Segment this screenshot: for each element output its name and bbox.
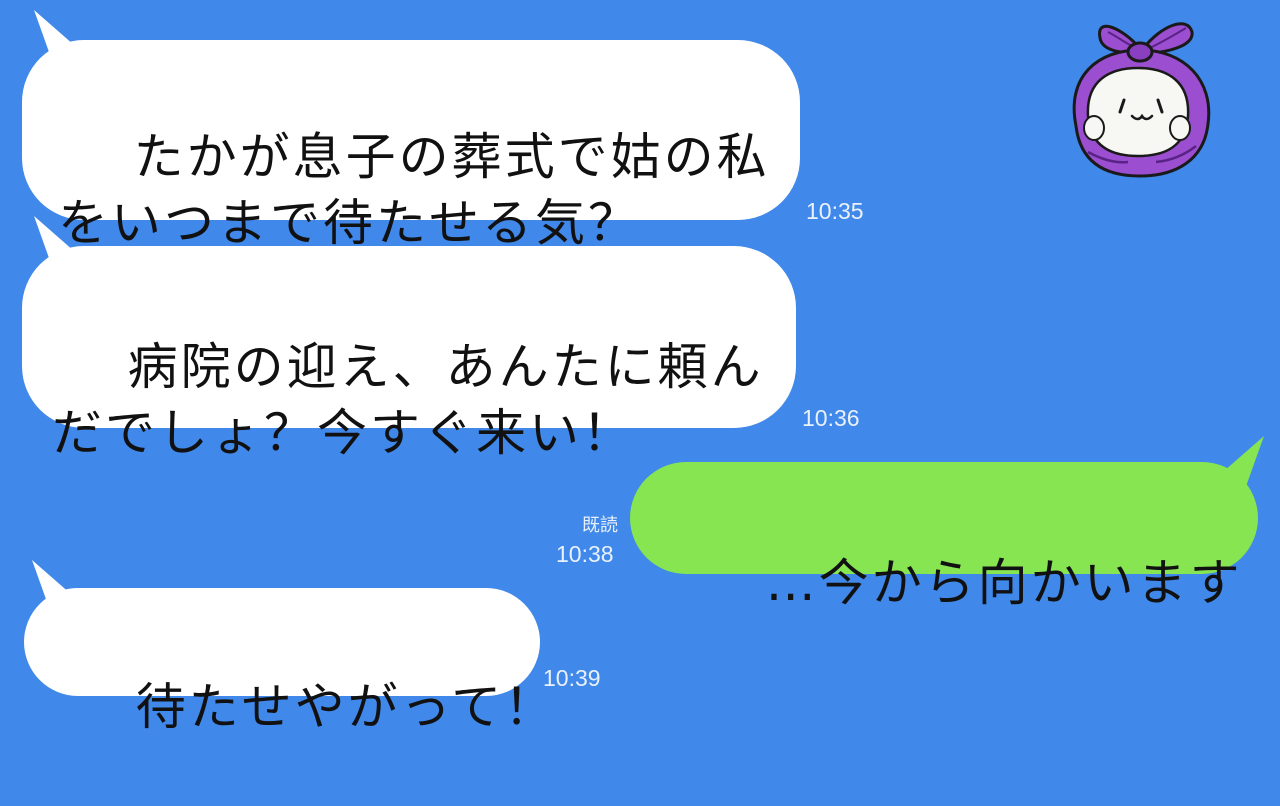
incoming-message-bubble[interactable]: 病院の迎え、あんたに頼ん だでしょ？今すぐ来い！ <box>22 246 796 462</box>
incoming-message-bubble[interactable]: 待たせやがって！ <box>24 588 554 736</box>
message-timestamp: 10:39 <box>543 665 601 691</box>
message-text: たかが息子の葬式で姑の私 をいつまで待たせる気？ <box>58 128 770 252</box>
purple-furoshiki-mochi-avatar-icon <box>1072 22 1211 178</box>
outgoing-message-bubble[interactable]: …今から向かいます <box>630 462 1258 612</box>
incoming-message-bubble[interactable]: たかが息子の葬式で姑の私 をいつまで待たせる気？ <box>22 40 800 252</box>
message-timestamp: 10:35 <box>806 198 864 224</box>
message-text: …今から向かいます <box>765 554 1243 612</box>
read-receipt: 既読 <box>582 515 618 536</box>
message-text: 病院の迎え、あんたに頼ん だでしょ？今すぐ来い！ <box>52 338 764 462</box>
message-timestamp: 10:38 <box>556 541 614 567</box>
message-text: 待たせやがって！ <box>135 678 558 736</box>
chat-thread: たかが息子の葬式で姑の私 をいつまで待たせる気？ 10:35 病院の迎え、あんた… <box>0 0 1280 736</box>
message-timestamp: 10:36 <box>802 405 860 431</box>
